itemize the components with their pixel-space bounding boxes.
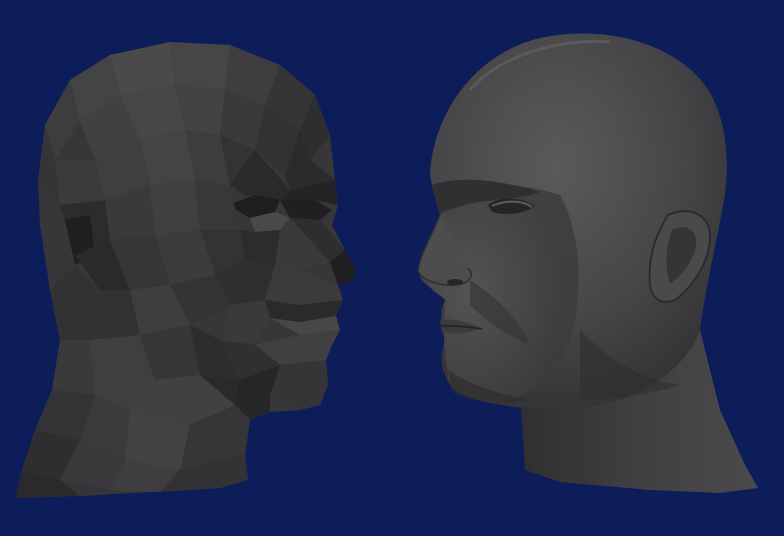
facet xyxy=(240,230,280,265)
facet xyxy=(150,180,200,235)
nostril xyxy=(447,279,463,285)
render-viewport xyxy=(0,0,784,536)
facet xyxy=(170,42,230,90)
scene-canvas xyxy=(0,0,784,536)
